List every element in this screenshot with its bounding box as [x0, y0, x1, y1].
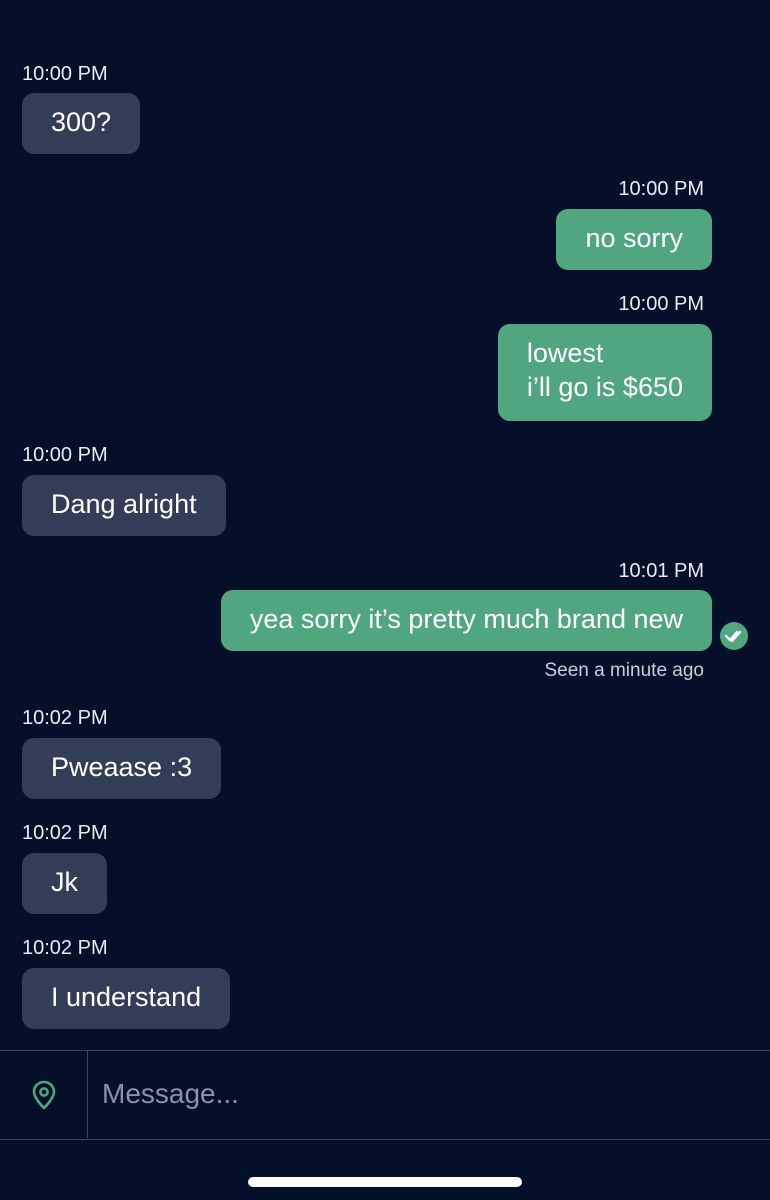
map-pin-icon [32, 1080, 55, 1109]
message-text: Dang alright [51, 489, 197, 519]
message-text: I understand [51, 982, 202, 1012]
incoming-message-bubble[interactable]: Jk [22, 853, 107, 914]
location-button[interactable] [0, 1051, 88, 1138]
message-timestamp: 10:00 PM [22, 63, 108, 85]
message-text: lowest [526, 338, 604, 368]
incoming-message-bubble[interactable]: 300? [22, 93, 141, 154]
message-text: yea sorry it’s pretty much brand new [249, 604, 683, 634]
message-input[interactable] [102, 1067, 752, 1121]
message-timestamp: 10:00 PM [618, 178, 704, 200]
seen-status: Seen a minute ago [544, 660, 704, 681]
home-indicator[interactable] [248, 1177, 522, 1187]
message-timestamp: 10:00 PM [22, 444, 108, 466]
message-text: Pweaase :3 [51, 752, 193, 782]
message-text: Jk [51, 867, 78, 897]
double-check-icon [720, 622, 748, 650]
outgoing-message-bubble[interactable]: no sorry [556, 209, 712, 270]
message-text: 300? [51, 107, 112, 137]
message-timestamp: 10:02 PM [22, 707, 108, 729]
message-timestamp: 10:01 PM [618, 560, 704, 582]
message-timestamp: 10:00 PM [618, 293, 704, 315]
message-composer [0, 1050, 770, 1140]
outgoing-message-bubble[interactable]: lowest i’ll go is $650 [497, 324, 712, 421]
message-text: no sorry [585, 223, 683, 253]
message-timestamp: 10:02 PM [22, 937, 108, 959]
incoming-message-bubble[interactable]: Pweaase :3 [22, 738, 222, 799]
outgoing-message-bubble[interactable]: yea sorry it’s pretty much brand new [220, 590, 712, 651]
message-text: i’ll go is $650 [526, 372, 683, 402]
incoming-message-bubble[interactable]: I understand [22, 968, 231, 1029]
message-timestamp: 10:02 PM [22, 822, 108, 844]
incoming-message-bubble[interactable]: Dang alright [22, 475, 226, 536]
message-thread[interactable]: 10:00 PM 300? 10:00 PM no sorry 10:00 PM… [0, 0, 770, 1050]
